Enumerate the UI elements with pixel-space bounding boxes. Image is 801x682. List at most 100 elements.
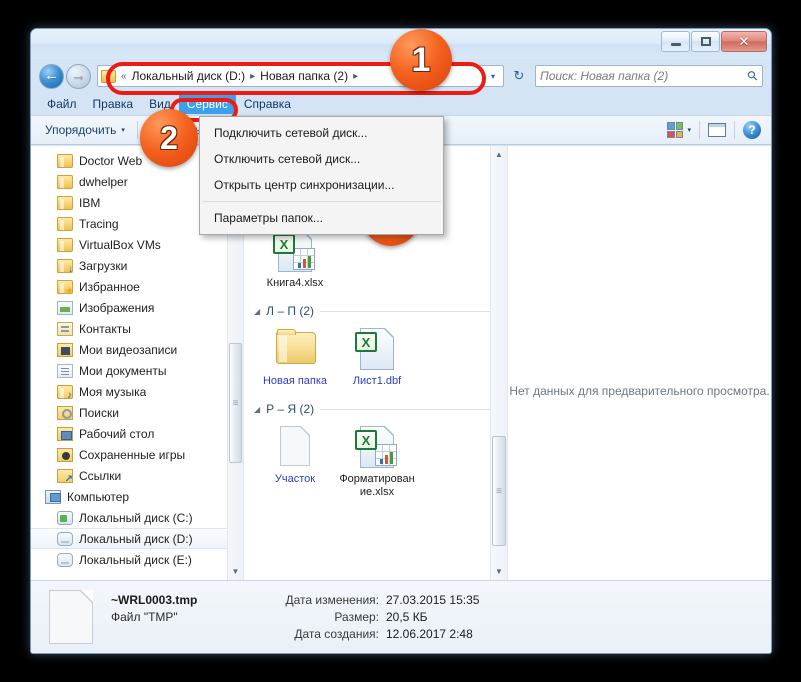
sidebar-item-label: Doctor Web bbox=[79, 153, 143, 168]
tools-dropdown-menu: Подключить сетевой диск... Отключить сет… bbox=[199, 116, 444, 235]
group-header-l-p[interactable]: ◢ Л – П (2) bbox=[254, 304, 497, 318]
sidebar-item-searches[interactable]: Поиски bbox=[31, 402, 243, 423]
folder-icon bbox=[57, 153, 73, 168]
breadcrumb-item-folder[interactable]: Новая папка (2) bbox=[257, 68, 351, 84]
favorites-icon bbox=[57, 279, 74, 297]
menu-item-edit[interactable]: Правка bbox=[85, 94, 142, 114]
file-item[interactable]: X Лист1.dbf bbox=[336, 322, 418, 394]
scroll-down-icon[interactable]: ▼ bbox=[228, 563, 243, 580]
sidebar-item-saved-games[interactable]: Сохраненные игры bbox=[31, 444, 243, 465]
excel-file-icon: X bbox=[354, 424, 400, 470]
forward-button[interactable]: → bbox=[66, 63, 91, 89]
search-box[interactable]: Поиск: Новая папка (2) ⚲ bbox=[535, 65, 763, 87]
file-item[interactable]: Новая папка bbox=[254, 322, 336, 394]
file-row-group-1: Новая папка X Лист1.dbf bbox=[254, 322, 497, 394]
scroll-down-icon[interactable]: ▼ bbox=[491, 563, 507, 580]
folder-icon bbox=[57, 237, 73, 252]
blank-file-icon bbox=[272, 424, 318, 470]
menu-open-sync-center[interactable]: Открыть центр синхронизации... bbox=[200, 172, 443, 198]
sidebar-item-label: Мои видеозаписи bbox=[79, 342, 178, 357]
details-file-type: Файл "TMP" bbox=[111, 609, 178, 624]
callout-2: 2 bbox=[140, 109, 198, 167]
refresh-button[interactable]: ↻ bbox=[508, 65, 530, 87]
details-row: ~WRL0003.tmp Дата изменения: 27.03.2015 … bbox=[111, 592, 479, 609]
organize-button[interactable]: Упорядочить ▾ bbox=[37, 120, 133, 140]
links-icon bbox=[57, 468, 73, 485]
details-value: 20,5 КБ bbox=[386, 609, 428, 624]
sidebar-item-label: Избранное bbox=[79, 279, 140, 294]
file-label: Новая папка bbox=[262, 375, 328, 387]
menu-map-network-drive[interactable]: Подключить сетевой диск... bbox=[200, 120, 443, 146]
menu-disconnect-network-drive[interactable]: Отключить сетевой диск... bbox=[200, 146, 443, 172]
details-pane: ~WRL0003.tmp Дата изменения: 27.03.2015 … bbox=[31, 580, 771, 653]
menu-bar: Файл Правка Вид Сервис Справка bbox=[31, 93, 771, 115]
chevron-down-icon[interactable]: ▾ bbox=[485, 66, 501, 86]
downloads-icon bbox=[57, 258, 73, 275]
chevron-right-icon[interactable]: ▸ bbox=[351, 71, 360, 82]
collapse-triangle-icon[interactable]: ◢ bbox=[254, 307, 260, 316]
sidebar-item-favorites[interactable]: Избранное bbox=[31, 276, 243, 297]
back-button[interactable]: ← bbox=[39, 63, 64, 89]
sidebar-item-label: Изображения bbox=[79, 300, 155, 315]
sidebar-item-links[interactable]: Ссылки bbox=[31, 465, 243, 486]
sidebar-scroll-thumb[interactable] bbox=[229, 343, 242, 463]
toolbar-right-group: ▾ ? bbox=[667, 121, 765, 139]
file-label: Участок bbox=[274, 473, 316, 485]
change-view-icon[interactable] bbox=[667, 122, 684, 138]
maximize-icon bbox=[700, 37, 711, 46]
group-divider bbox=[320, 310, 497, 312]
sidebar-item-label: Поиски bbox=[79, 405, 119, 420]
maximize-button[interactable] bbox=[691, 31, 720, 52]
menu-item-help[interactable]: Справка bbox=[236, 94, 299, 114]
search-input[interactable]: Поиск: Новая папка (2) bbox=[540, 69, 748, 83]
file-pane-scrollbar[interactable]: ▲ ▼ bbox=[490, 146, 507, 580]
group-header-label: Р – Я (2) bbox=[266, 402, 315, 416]
scroll-up-icon[interactable]: ▲ bbox=[491, 146, 507, 163]
folder-icon bbox=[272, 326, 318, 372]
sidebar-item-drive-c[interactable]: Локальный диск (C:) bbox=[31, 507, 243, 528]
collapse-triangle-icon[interactable]: ◢ bbox=[254, 405, 260, 414]
back-arrow-icon: ← bbox=[44, 66, 59, 84]
breadcrumb-overflow[interactable]: « bbox=[119, 71, 129, 82]
pictures-icon bbox=[57, 300, 73, 315]
sidebar-item-music[interactable]: Моя музыка bbox=[31, 381, 243, 402]
sidebar-item-drive-d[interactable]: Локальный диск (D:) bbox=[31, 528, 243, 549]
group-header-r-ya[interactable]: ◢ Р – Я (2) bbox=[254, 402, 497, 416]
preview-pane-icon[interactable] bbox=[708, 123, 726, 137]
sidebar-item-downloads[interactable]: Загрузки bbox=[31, 255, 243, 276]
sidebar-item-computer[interactable]: Компьютер bbox=[31, 486, 243, 507]
blank-file-icon bbox=[45, 588, 97, 646]
details-table: ~WRL0003.tmp Дата изменения: 27.03.2015 … bbox=[111, 592, 479, 643]
chevron-down-icon[interactable]: ▾ bbox=[687, 126, 691, 134]
file-item[interactable]: Участок bbox=[254, 420, 336, 505]
menu-item-file[interactable]: Файл bbox=[39, 94, 85, 114]
sidebar-item-label: Загрузки bbox=[79, 258, 128, 273]
sidebar-item-virtualbox-vms[interactable]: VirtualBox VMs bbox=[31, 234, 243, 255]
details-key: Дата изменения: bbox=[285, 592, 380, 607]
preview-empty-text: Нет данных для предварительного просмотр… bbox=[509, 384, 770, 398]
screenshot-root: ✕ ← → « Локальный диск (D:) ▸ Новая папк… bbox=[0, 0, 801, 682]
details-file-name: ~WRL0003.tmp bbox=[111, 592, 198, 607]
breadcrumb-item-drive[interactable]: Локальный диск (D:) bbox=[129, 68, 249, 84]
sidebar-item-contacts[interactable]: Контакты bbox=[31, 318, 243, 339]
chevron-right-icon[interactable]: ▸ bbox=[248, 71, 257, 82]
explorer-window: ✕ ← → « Локальный диск (D:) ▸ Новая папк… bbox=[30, 28, 772, 654]
file-item[interactable]: X Форматирование.xlsx bbox=[336, 420, 418, 505]
menu-item-tools[interactable]: Сервис bbox=[178, 94, 236, 114]
sidebar-item-label: Компьютер bbox=[67, 489, 130, 504]
sidebar-item-pictures[interactable]: Изображения bbox=[31, 297, 243, 318]
file-pane-scroll-thumb[interactable] bbox=[492, 436, 506, 546]
menu-folder-options[interactable]: Параметры папок... bbox=[200, 205, 443, 231]
details-value: 27.03.2015 15:35 bbox=[386, 592, 480, 607]
help-icon[interactable]: ? bbox=[743, 121, 761, 139]
sidebar-item-documents[interactable]: Мои документы bbox=[31, 360, 243, 381]
minimize-icon bbox=[670, 43, 681, 46]
window-controls: ✕ bbox=[661, 31, 767, 52]
close-button[interactable]: ✕ bbox=[721, 31, 767, 52]
sidebar-item-desktop[interactable]: Рабочий стол bbox=[31, 423, 243, 444]
sidebar-item-videos[interactable]: Мои видеозаписи bbox=[31, 339, 243, 360]
minimize-button[interactable] bbox=[661, 31, 690, 52]
sidebar-item-label: IBM bbox=[79, 195, 101, 210]
group-divider bbox=[320, 408, 497, 410]
sidebar-item-drive-e[interactable]: Локальный диск (E:) bbox=[31, 549, 243, 570]
